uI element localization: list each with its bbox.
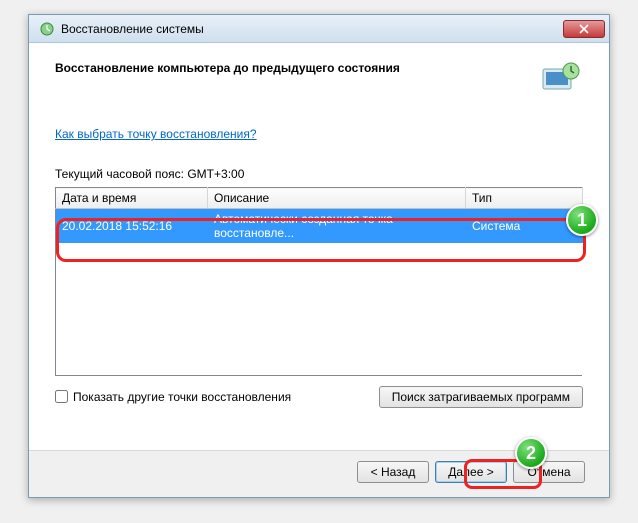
close-button[interactable] [563, 20, 605, 38]
help-link[interactable]: Как выбрать точку восстановления? [55, 127, 257, 141]
window-title: Восстановление системы [61, 22, 563, 36]
computer-restore-icon [537, 59, 583, 99]
show-more-label: Показать другие точки восстановления [73, 390, 291, 404]
close-icon [579, 24, 589, 34]
show-more-checkbox-row[interactable]: Показать другие точки восстановления [55, 390, 379, 404]
timezone-label: Текущий часовой пояс: GMT+3:00 [55, 167, 583, 181]
content-area: Восстановление компьютера до предыдущего… [29, 43, 609, 418]
restore-points-table: Дата и время Описание Тип 20.02.2018 15:… [55, 187, 583, 376]
table-row[interactable]: 20.02.2018 15:52:16 Автоматически создан… [56, 209, 583, 244]
col-header-desc[interactable]: Описание [208, 188, 466, 209]
system-restore-window: Восстановление системы Восстановление ко… [28, 14, 610, 498]
annotation-badge-2: 2 [515, 437, 547, 469]
restore-icon [39, 21, 55, 37]
scan-programs-button[interactable]: Поиск затрагиваемых программ [379, 386, 583, 408]
col-header-type[interactable]: Тип [466, 188, 583, 209]
titlebar[interactable]: Восстановление системы [29, 15, 609, 43]
cell-date: 20.02.2018 15:52:16 [56, 209, 208, 244]
next-button[interactable]: Далее > [435, 461, 507, 483]
back-button[interactable]: < Назад [357, 461, 429, 483]
cell-type: Система [466, 209, 583, 244]
show-more-checkbox[interactable] [55, 390, 68, 403]
table-empty-area [56, 243, 583, 375]
col-header-date[interactable]: Дата и время [56, 188, 208, 209]
cell-desc: Автоматически созданная точка восстановл… [208, 209, 466, 244]
annotation-badge-1: 1 [566, 204, 598, 236]
page-title: Восстановление компьютера до предыдущего… [55, 59, 537, 75]
